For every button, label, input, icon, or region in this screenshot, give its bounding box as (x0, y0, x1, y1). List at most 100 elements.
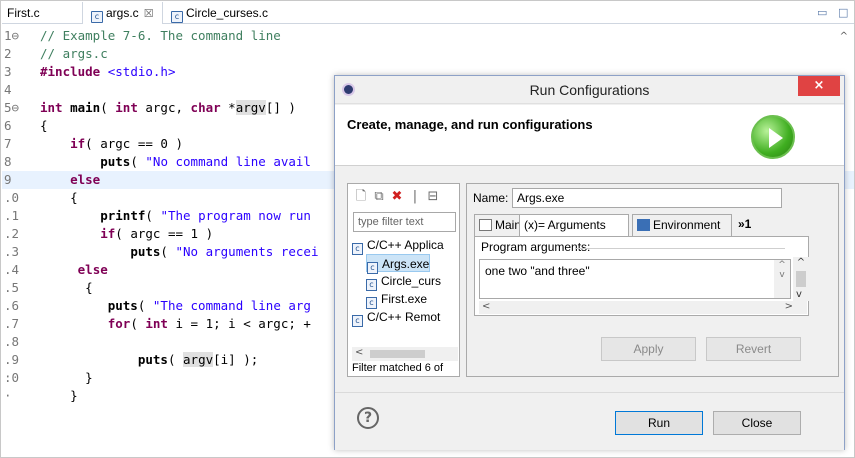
code-token: { (40, 280, 93, 295)
dialog-body: 🗋 ⧉ ✖ | ⊟ type filter text c C/C++ Applica c Ar… (335, 167, 844, 450)
code-token: ( argc == 0 ) (85, 136, 184, 151)
code-line[interactable]: 1⊖ // Example 7-6. The command line (2, 27, 854, 45)
line-number: .6 (4, 298, 20, 313)
code-token: argv (235, 100, 266, 115)
tree-item[interactable]: c Args.exe (366, 254, 431, 274)
code-token: else (77, 262, 108, 277)
code-token: i = 1; i < argc; + (167, 316, 311, 331)
tab-label: First.c (7, 6, 40, 20)
line-number: 4 (4, 82, 12, 97)
configuration-list-pane: 🗋 ⧉ ✖ | ⊟ type filter text c C/C++ Applica c Ar… (347, 183, 460, 377)
args-vertical-scrollbar[interactable]: ^ v (774, 260, 790, 298)
header-text: Create, manage, and run configurations (347, 117, 593, 132)
code-token: ( (137, 298, 153, 313)
line-number: .8 (4, 334, 20, 349)
program-arguments-label: Program arguments: (481, 240, 591, 254)
scroll-left-icon[interactable]: < (482, 301, 490, 312)
tab-first-c[interactable]: First.c (7, 2, 40, 24)
tree-item[interactable]: c C/C++ Applica (352, 236, 444, 255)
close-button[interactable]: Close (713, 411, 801, 435)
tab-arguments[interactable]: (x)= Arguments (519, 214, 629, 237)
c-config-icon: c (352, 243, 363, 255)
code-token: "The command line arg (152, 298, 311, 313)
minimize-icon[interactable]: ▭ (817, 6, 827, 19)
args-horizontal-scrollbar[interactable]: < > (479, 301, 807, 314)
line-number: 8 (4, 154, 12, 169)
revert-button[interactable]: Revert (706, 337, 801, 361)
line-number: 5⊖ (4, 100, 20, 115)
new-config-icon[interactable]: 🗋 (352, 188, 370, 206)
name-field[interactable]: Args.exe (512, 188, 782, 208)
tree-horizontal-scrollbar[interactable]: < (352, 347, 458, 361)
tree-item[interactable]: c First.exe (366, 290, 427, 309)
line-number: 6 (4, 118, 12, 133)
code-line[interactable]: 2 // args.c (2, 45, 854, 63)
tab-main[interactable]: Main (474, 214, 521, 236)
line-number: .7 (4, 316, 20, 331)
code-token: ( (130, 154, 146, 169)
code-token: ( argc == 1 ) (115, 226, 214, 241)
apply-button[interactable]: Apply (601, 337, 696, 361)
code-token: <stdio.h> (107, 64, 176, 79)
code-token: int (40, 100, 63, 115)
program-arguments-field[interactable]: one two "and three" ^ v (479, 259, 791, 299)
tree-item[interactable]: c Circle_curs (366, 272, 442, 291)
code-token: // args.c (40, 46, 108, 61)
code-token: ( (130, 316, 146, 331)
run-configurations-dialog: Run Configurations × Create, manage, and… (334, 75, 845, 450)
scroll-right-icon[interactable]: > (785, 301, 793, 312)
more-tabs-button[interactable]: »1 (734, 214, 762, 236)
scrollbar-thumb[interactable] (796, 271, 806, 287)
tab-vertical-scrollbar[interactable]: ^ v (793, 257, 809, 301)
line-number: 1⊖ (4, 28, 20, 43)
program-arguments-value: one two "and three" (485, 264, 590, 278)
line-number: .1 (4, 208, 20, 223)
c-file-icon: c (91, 11, 103, 23)
main-tab-icon (479, 219, 492, 231)
code-token: } (40, 370, 93, 385)
close-window-button[interactable]: × (798, 76, 840, 96)
tab-label: Circle_curses.c (186, 6, 269, 20)
tree-item-label: C/C++ Applica (367, 238, 444, 252)
run-button[interactable]: Run (615, 411, 703, 435)
environment-tab-icon (637, 219, 650, 231)
dialog-title: Run Configurations (529, 82, 650, 98)
editor-tab-bar: First.c c args.c ☒ c Circle_curses.c ▭ □ (2, 2, 854, 24)
code-token: "No arguments recei (175, 244, 319, 259)
arguments-tab-content: Program arguments: one two "and three" ^… (474, 236, 809, 316)
scroll-left-icon[interactable]: < (355, 347, 363, 358)
duplicate-config-icon[interactable]: ⧉ (370, 188, 388, 206)
scroll-up-icon[interactable]: ^ (840, 31, 848, 42)
tab-environment[interactable]: Environment (632, 214, 732, 236)
tree-item-label: Circle_curs (381, 274, 442, 288)
code-token: ( (160, 244, 176, 259)
filter-input[interactable]: type filter text (353, 212, 456, 232)
line-number: 2 (4, 46, 12, 61)
help-icon[interactable]: ? (357, 407, 379, 429)
tree-item-label: Args.exe (382, 257, 430, 271)
more-tabs-label: »1 (738, 217, 752, 231)
code-token: argc, (137, 100, 191, 115)
tab-circle-curses-c[interactable]: c Circle_curses.c (171, 2, 268, 24)
scroll-down-icon[interactable]: v (796, 289, 802, 300)
code-token: puts (130, 244, 161, 259)
name-label: Name: (473, 191, 509, 205)
close-tab-icon[interactable]: ☒ (144, 8, 154, 20)
run-icon (751, 115, 795, 159)
scrollbar-thumb[interactable] (370, 350, 425, 358)
code-token: else (70, 172, 101, 187)
collapse-all-icon[interactable]: ⊟ (424, 188, 442, 206)
code-token: [i] ); (213, 352, 259, 367)
maximize-icon[interactable]: □ (838, 6, 848, 19)
code-token: main (70, 100, 101, 115)
tab-args-c[interactable]: c args.c ☒ (82, 2, 163, 24)
tree-item[interactable]: c C/C++ Remot (352, 308, 440, 327)
code-token: puts (137, 352, 168, 367)
dialog-header: Create, manage, and run configurations (335, 105, 844, 166)
line-number: .0 (4, 190, 20, 205)
delete-config-icon[interactable]: ✖ (388, 188, 406, 206)
